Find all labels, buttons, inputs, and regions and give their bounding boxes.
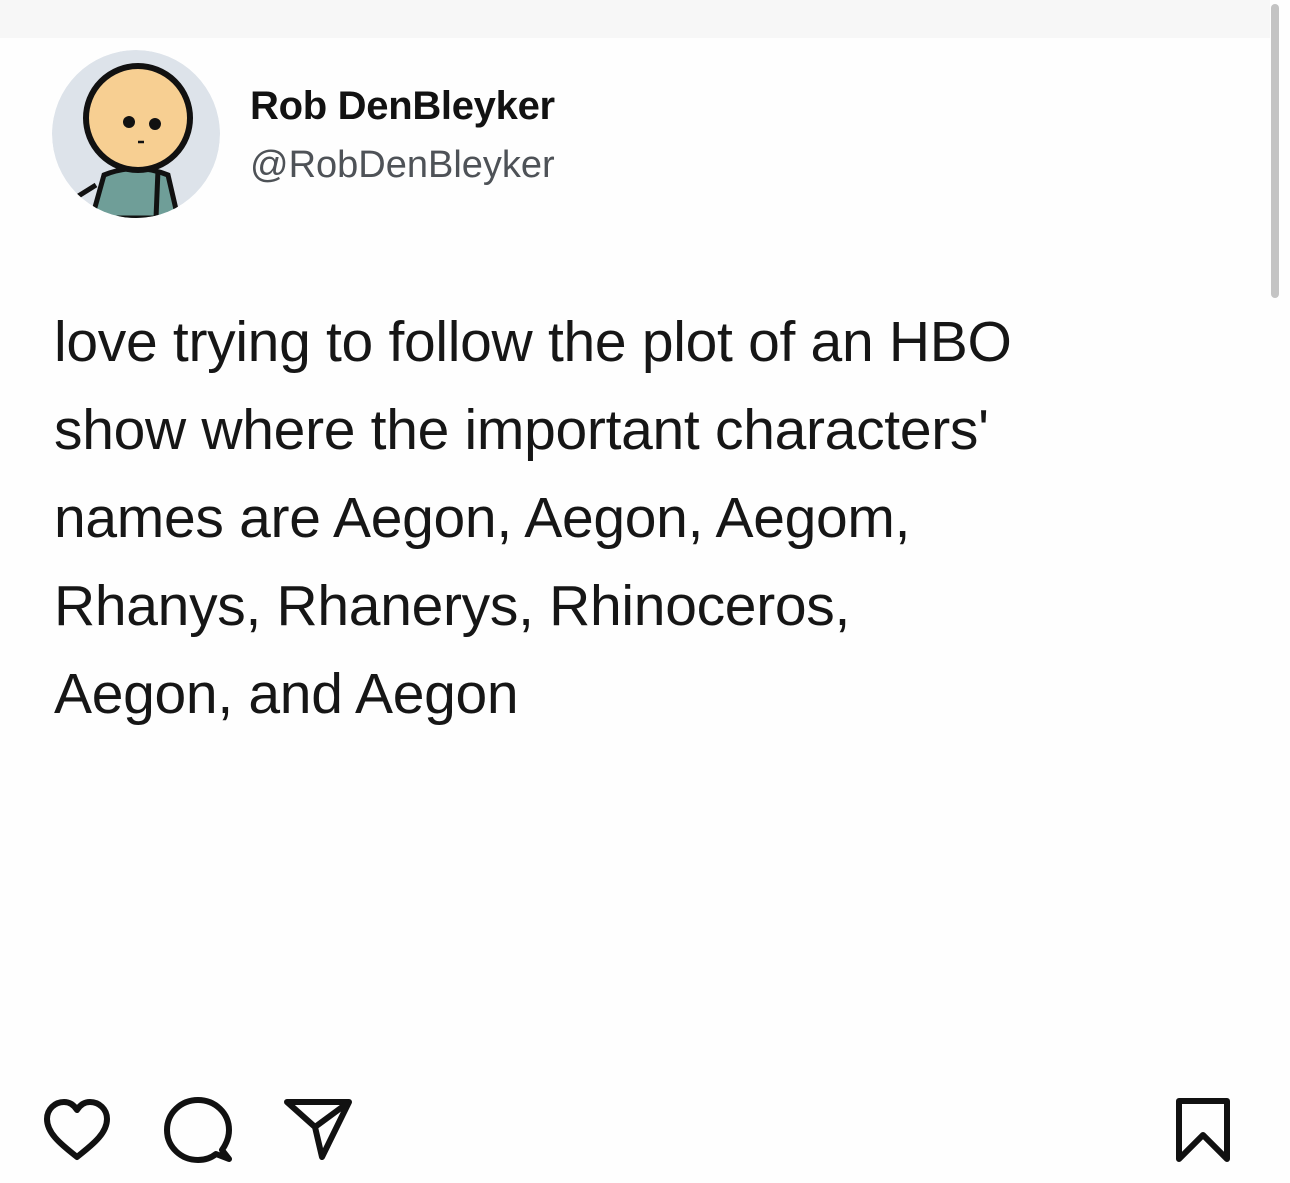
- save-button[interactable]: [1163, 1090, 1243, 1170]
- tweet-line: Aegon, and Aegon: [54, 662, 519, 726]
- tweet-line: show where the important characters': [54, 398, 989, 462]
- top-bar: [0, 0, 1270, 38]
- tweet-line: love trying to follow the plot of an HBO: [54, 310, 1012, 374]
- comment-button[interactable]: [158, 1090, 238, 1170]
- paper-plane-icon: [284, 1099, 352, 1160]
- tweet-text: love trying to follow the plot of an HBO…: [54, 298, 1254, 738]
- cartoon-stick-figure-avatar-icon: [52, 50, 220, 218]
- scrollbar[interactable]: [1271, 4, 1279, 298]
- like-button[interactable]: [37, 1090, 117, 1170]
- comment-bubble-icon: [164, 1097, 232, 1163]
- post-screen: Rob DenBleyker @RobDenBleyker love tryin…: [0, 0, 1290, 1183]
- share-button[interactable]: [278, 1090, 358, 1170]
- bookmark-icon: [1176, 1098, 1230, 1162]
- tweet-line: names are Aegon, Aegon, Aegom,: [54, 486, 911, 550]
- tweet-line: Rhanys, Rhanerys, Rhinoceros,: [54, 574, 851, 638]
- author-display-name[interactable]: Rob DenBleyker: [250, 84, 555, 129]
- heart-icon: [44, 1099, 110, 1160]
- post-action-bar: [0, 1090, 1290, 1170]
- author-avatar[interactable]: [52, 50, 220, 218]
- author-handle[interactable]: @RobDenBleyker: [250, 144, 555, 187]
